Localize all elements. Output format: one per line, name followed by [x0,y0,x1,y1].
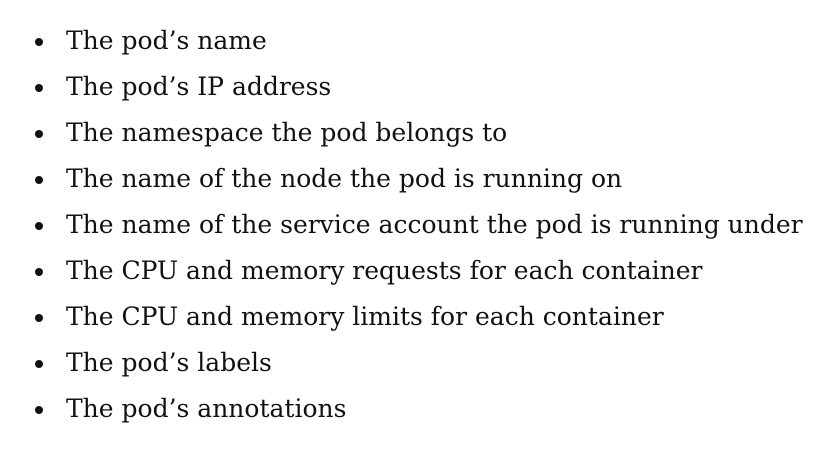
bullet-icon [35,314,43,322]
bullet-icon [35,84,43,92]
list-item-text: The CPU and memory limits for each conta… [66,302,664,331]
bullet-icon [35,130,43,138]
list-item: The pod’s name [0,18,814,64]
list-item: The name of the service account the pod … [0,202,814,248]
list-item-text: The pod’s annotations [66,394,347,423]
bullet-icon [35,268,43,276]
list-item-text: The pod’s IP address [66,72,332,101]
list-item: The pod’s annotations [0,386,814,432]
pod-metadata-list: The pod’s name The pod’s IP address The … [0,18,814,432]
list-item: The pod’s labels [0,340,814,386]
list-item-text: The namespace the pod belongs to [66,118,508,147]
bullet-icon [35,360,43,368]
list-item: The pod’s IP address [0,64,814,110]
list-item: The namespace the pod belongs to [0,110,814,156]
bullet-icon [35,406,43,414]
bullet-icon [35,38,43,46]
list-item-text: The name of the node the pod is running … [66,164,623,193]
list-item-text: The pod’s name [66,26,267,55]
list-item: The CPU and memory requests for each con… [0,248,814,294]
list-item-text: The CPU and memory requests for each con… [66,256,703,285]
list-item-text: The name of the service account the pod … [66,210,803,239]
bullet-icon [35,222,43,230]
list-item: The name of the node the pod is running … [0,156,814,202]
list-item-text: The pod’s labels [66,348,272,377]
bullet-icon [35,176,43,184]
list-item: The CPU and memory limits for each conta… [0,294,814,340]
